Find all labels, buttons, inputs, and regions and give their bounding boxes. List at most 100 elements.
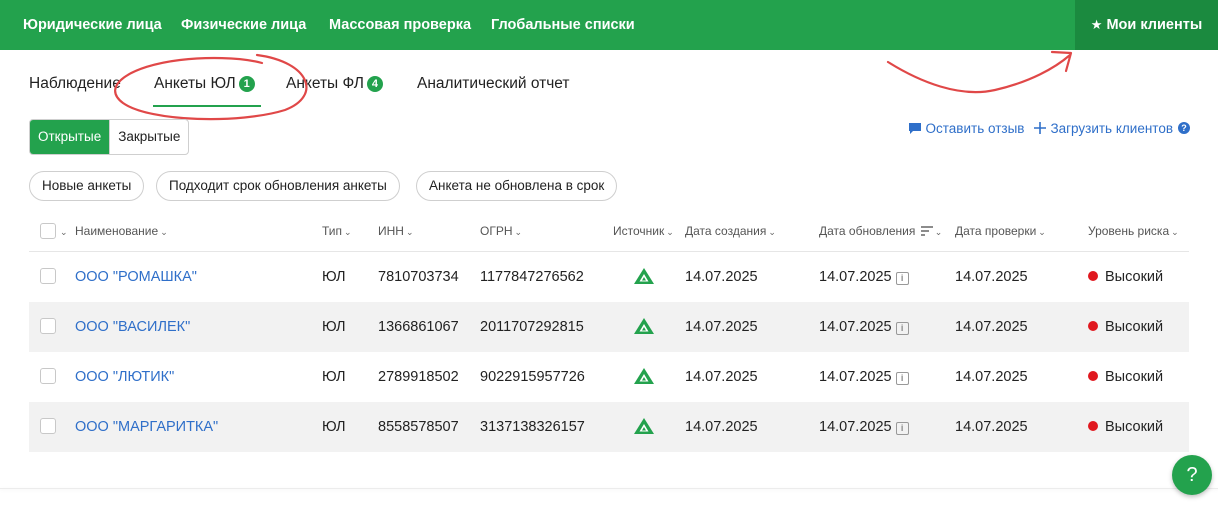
tab-monitoring[interactable]: Наблюдение xyxy=(29,74,121,96)
my-clients-button[interactable]: ★ Мои клиенты xyxy=(1075,0,1218,50)
updated-date-cell: 14.07.2025 i xyxy=(819,369,909,385)
column-checked[interactable]: Дата проверки ⌄ xyxy=(955,224,1046,238)
tab-legal-forms-label: Анкеты ЮЛ xyxy=(154,75,236,92)
select-all-checkbox[interactable] xyxy=(40,223,56,239)
tab-analytics-report[interactable]: Аналитический отчет xyxy=(417,74,570,96)
checked-date-cell: 14.07.2025 xyxy=(955,419,1028,435)
floating-help-button[interactable]: ? xyxy=(1172,455,1212,495)
checked-date-cell: 14.07.2025 xyxy=(955,319,1028,335)
chevron-down-icon: ⌄ xyxy=(344,227,352,237)
nav-legal-entities[interactable]: Юридические лица xyxy=(23,0,162,50)
filter-new-forms[interactable]: Новые анкеты xyxy=(29,171,145,201)
tab-legal-forms-badge: 1 xyxy=(238,76,255,92)
table-row[interactable]: ООО "ВАСИЛЕК" ЮЛ 1366861067 2011707292815 14… xyxy=(29,302,1189,352)
column-inn[interactable]: ИНН ⌄ xyxy=(378,224,414,238)
table-row[interactable]: ООО "ЛЮТИК" ЮЛ 2789918502 9022915957726 14.0… xyxy=(29,352,1189,402)
nav-individuals[interactable]: Физические лица xyxy=(181,0,306,50)
row-checkbox[interactable] xyxy=(40,268,56,284)
table-row[interactable]: ООО "РОМАШКА" ЮЛ 7810703734 1177847276562 14… xyxy=(29,252,1189,302)
row-checkbox[interactable] xyxy=(40,418,56,434)
chevron-down-icon: ⌄ xyxy=(1038,227,1046,237)
column-updated[interactable]: Дата обновления ⌄ xyxy=(819,224,942,238)
info-icon[interactable]: i xyxy=(895,272,909,285)
chevron-down-icon: ⌄ xyxy=(934,227,943,237)
my-clients-label: Мои клиенты xyxy=(1106,17,1203,33)
source-logo-icon xyxy=(633,267,655,290)
updated-date-cell: 14.07.2025 i xyxy=(819,419,909,435)
chevron-down-icon: ⌄ xyxy=(1171,227,1179,237)
column-ogrn-label: ОГРН xyxy=(480,224,513,238)
ogrn-cell: 2011707292815 xyxy=(480,319,584,335)
row-checkbox[interactable] xyxy=(40,318,56,334)
company-name-link[interactable]: ООО "МАРГАРИТКА" xyxy=(75,419,218,435)
created-date-cell: 14.07.2025 xyxy=(685,269,758,285)
created-date-cell: 14.07.2025 xyxy=(685,319,758,335)
tab-legal-forms[interactable]: Анкеты ЮЛ 1 xyxy=(154,74,255,96)
risk-level-label: Высокий xyxy=(1105,269,1164,285)
chat-bubble-icon xyxy=(908,122,921,134)
tab-individual-forms[interactable]: Анкеты ФЛ 4 xyxy=(286,74,383,96)
status-open-button[interactable]: Открытые xyxy=(30,120,110,154)
updated-date-value: 14.07.2025 xyxy=(819,269,892,285)
updated-date-value: 14.07.2025 xyxy=(819,419,892,435)
risk-cell: Высокий xyxy=(1088,419,1163,435)
column-ogrn[interactable]: ОГРН ⌄ xyxy=(480,224,522,238)
risk-indicator-dot xyxy=(1088,421,1098,431)
checked-date-cell: 14.07.2025 xyxy=(955,369,1028,385)
filter-update-due[interactable]: Подходит срок обновления анкеты xyxy=(156,171,400,201)
source-logo-icon xyxy=(633,367,655,390)
column-inn-label: ИНН xyxy=(378,224,404,238)
nav-global-lists[interactable]: Глобальные списки xyxy=(491,0,635,50)
upload-clients-link[interactable]: Загрузить клиентов ? xyxy=(1034,121,1190,136)
risk-level-label: Высокий xyxy=(1105,419,1164,435)
company-name-link[interactable]: ООО "РОМАШКА" xyxy=(75,269,197,285)
status-toggle: Открытые Закрытые xyxy=(29,119,190,155)
info-icon[interactable]: i xyxy=(895,372,909,385)
column-updated-label: Дата обновления xyxy=(819,224,916,238)
updated-date-cell: 14.07.2025 i xyxy=(819,269,909,285)
chevron-down-icon: ⌄ xyxy=(666,227,674,237)
column-source[interactable]: Источник ⌄ xyxy=(613,224,674,238)
feedback-link[interactable]: Оставить отзыв xyxy=(908,120,1025,136)
active-tab-indicator xyxy=(153,105,261,107)
risk-indicator-dot xyxy=(1088,321,1098,331)
risk-indicator-dot xyxy=(1088,371,1098,381)
filter-not-updated[interactable]: Анкета не обновлена в срок xyxy=(416,171,618,201)
column-created[interactable]: Дата создания ⌄ xyxy=(685,224,776,238)
row-checkbox[interactable] xyxy=(40,368,56,384)
info-icon[interactable]: i xyxy=(895,422,909,435)
column-type[interactable]: Тип ⌄ xyxy=(322,224,352,238)
company-name-link[interactable]: ООО "ЛЮТИК" xyxy=(75,369,174,385)
column-name-label: Наименование xyxy=(75,224,159,238)
checked-date-cell: 14.07.2025 xyxy=(955,269,1028,285)
ogrn-cell: 9022915957726 xyxy=(480,369,585,385)
type-cell: ЮЛ xyxy=(322,319,346,335)
top-navigation: Юридические лица Физические лица Массова… xyxy=(0,0,1218,50)
column-created-label: Дата создания xyxy=(685,224,767,238)
info-icon[interactable]: i xyxy=(895,322,909,335)
ogrn-cell: 3137138326157 xyxy=(480,419,585,435)
updated-date-value: 14.07.2025 xyxy=(819,369,892,385)
tab-monitoring-label: Наблюдение xyxy=(29,75,121,92)
inn-cell: 8558578507 xyxy=(378,419,459,435)
updated-date-cell: 14.07.2025 i xyxy=(819,319,909,335)
column-name[interactable]: Наименование ⌄ xyxy=(75,224,168,238)
column-risk[interactable]: Уровень риска ⌄ xyxy=(1088,224,1179,238)
chevron-down-icon: ⌄ xyxy=(60,227,68,237)
nav-mass-check[interactable]: Массовая проверка xyxy=(329,0,471,50)
source-logo-icon xyxy=(633,417,655,440)
chevron-down-icon: ⌄ xyxy=(514,227,523,237)
status-closed-button[interactable]: Закрытые xyxy=(109,120,188,154)
column-checked-label: Дата проверки xyxy=(955,224,1037,238)
source-logo-icon xyxy=(633,317,655,340)
annotation-arrow xyxy=(886,53,1072,94)
table-row[interactable]: ООО "МАРГАРИТКА" ЮЛ 8558578507 313713832615… xyxy=(29,402,1189,452)
updated-date-value: 14.07.2025 xyxy=(819,319,892,335)
tab-individual-forms-label: Анкеты ФЛ xyxy=(286,75,364,92)
select-all-dropdown[interactable]: ⌄ xyxy=(58,224,68,238)
chevron-down-icon: ⌄ xyxy=(405,227,414,237)
upload-clients-label: Загрузить клиентов xyxy=(1050,120,1173,136)
feedback-label: Оставить отзыв xyxy=(925,120,1025,136)
company-name-link[interactable]: ООО "ВАСИЛЕК" xyxy=(75,319,190,335)
help-icon[interactable]: ? xyxy=(1178,122,1190,134)
